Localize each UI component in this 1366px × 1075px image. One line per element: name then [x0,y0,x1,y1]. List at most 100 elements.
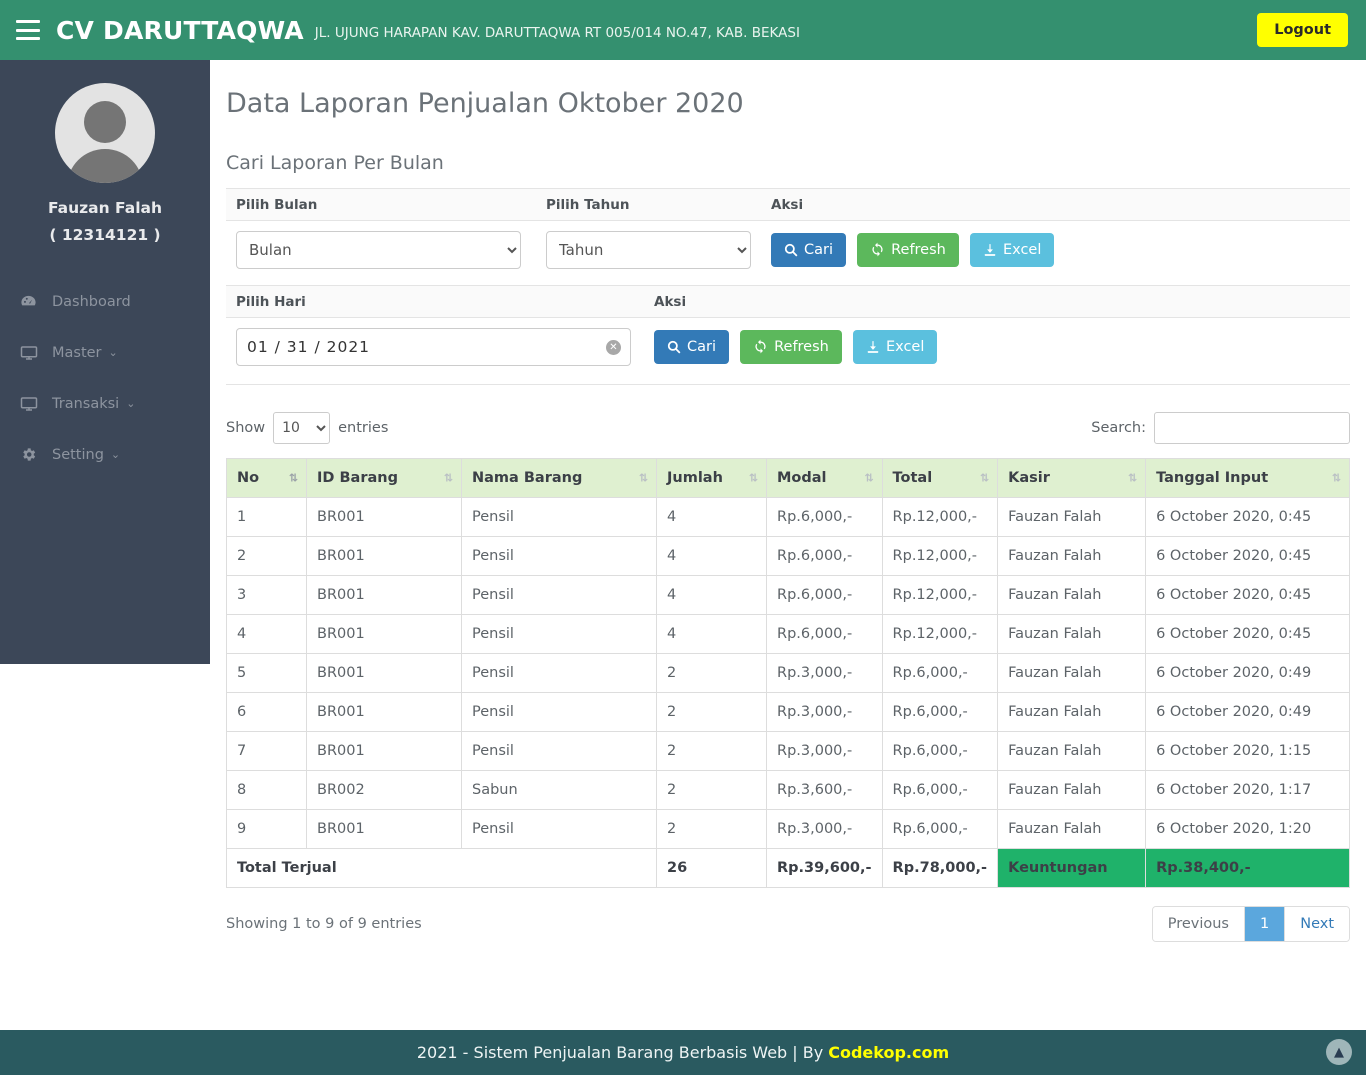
sidebar-item-label: Transaksi [52,395,120,412]
total-modal: Rp.39,600,- [766,848,883,888]
table-cell: Pensil [461,731,657,771]
day-search-button[interactable]: Cari [654,330,729,365]
day-filter-block: Pilih Hari Aksi 01 / 31 / 2021 ✕ Cari Re… [226,285,1350,385]
sort-icon: ⇅ [864,471,873,485]
sidebar: Fauzan Falah ( 12314121 ) Dashboard Mast… [0,60,210,664]
day-refresh-button[interactable]: Refresh [740,329,842,364]
col-tanggal-input[interactable]: Tanggal Input ⇅ [1145,458,1350,498]
col-kasir[interactable]: Kasir ⇅ [997,458,1147,498]
page-length-select[interactable]: 10 [273,412,331,444]
total-jumlah: 26 [656,848,767,888]
col-nama-barang[interactable]: Nama Barang ⇅ [461,458,657,498]
logout-button[interactable]: Logout [1257,13,1348,47]
sort-icon: ⇅ [1127,471,1137,485]
sidebar-item-setting[interactable]: Setting ⌄ [0,429,210,480]
sidebar-item-label: Dashboard [52,293,131,310]
table-cell: Rp.6,000,- [881,653,999,693]
download-icon [983,243,997,257]
month-search-button[interactable]: Cari [771,233,846,268]
sort-icon: ⇅ [288,471,298,485]
month-filter-header-row: Pilih Bulan Pilih Tahun Aksi [226,189,1350,221]
table-cell: 2 [656,809,767,849]
table-cell: BR001 [306,731,462,771]
footer-text: 2021 - Sistem Penjualan Barang Berbasis … [416,1043,824,1062]
date-input-value: 01 / 31 / 2021 [247,338,371,356]
table-cell: 6 October 2020, 0:45 [1145,536,1350,576]
monitor-icon [20,344,42,362]
pagination-page-1[interactable]: 1 [1244,907,1286,941]
table-cell: Rp.6,000,- [881,809,999,849]
table-cell: BR001 [306,653,462,693]
download-icon [866,340,880,354]
footer-brand-link[interactable]: Codekop.com [828,1043,949,1062]
table-cell: BR001 [306,497,462,537]
col-jumlah[interactable]: Jumlah ⇅ [656,458,767,498]
table-cell: Rp.3,000,- [766,692,883,732]
year-select[interactable]: Tahun [546,231,751,269]
table-cell: BR001 [306,536,462,576]
month-refresh-button[interactable]: Refresh [857,232,959,267]
month-select-cell: Bulan [226,231,536,269]
label-aksi-hari: Aksi [654,293,687,310]
table-body: 1 BR001 Pensil 4 Rp.6,000,- Rp.12,000,- Fauzan… [226,497,1350,888]
month-select[interactable]: Bulan [236,231,521,269]
day-excel-button[interactable]: Excel [852,330,938,365]
table-cell: 7 [226,731,307,771]
total-label: Total Terjual [226,848,657,888]
search-input[interactable] [1154,412,1350,444]
table-cell: Rp.6,000,- [881,770,999,810]
date-input[interactable]: 01 / 31 / 2021 ✕ [236,328,631,366]
chevron-up-icon[interactable]: ▲ [1326,1039,1352,1065]
table-cell: Fauzan Falah [997,770,1147,810]
table-row: 2 BR001 Pensil 4 Rp.6,000,- Rp.12,000,- Fauzan… [226,536,1350,576]
refresh-icon [753,339,768,354]
table-row: 8 BR002 Sabun 2 Rp.3,600,- Rp.6,000,- Fauzan F… [226,770,1350,810]
table-cell: 3 [226,575,307,615]
date-input-cell: 01 / 31 / 2021 ✕ [226,328,644,366]
table-cell: 4 [656,536,767,576]
table-cell: 5 [226,653,307,693]
table-cell: Pensil [461,653,657,693]
sidebar-item-transaksi[interactable]: Transaksi ⌄ [0,378,210,429]
table-row: 5 BR001 Pensil 2 Rp.3,000,- Rp.6,000,- Fauzan … [226,653,1350,693]
day-filter-header-row: Pilih Hari Aksi [226,286,1350,318]
table-row: 7 BR001 Pensil 2 Rp.3,000,- Rp.6,000,- Fauzan … [226,731,1350,771]
table-cell: 9 [226,809,307,849]
sort-icon: ⇅ [748,471,758,485]
col-id-barang[interactable]: ID Barang ⇅ [306,458,462,498]
col-total[interactable]: Total ⇅ [881,458,999,498]
table-cell: Pensil [461,614,657,654]
sidebar-item-master[interactable]: Master ⌄ [0,327,210,378]
table-cell: Rp.6,000,- [766,536,883,576]
show-label: Show [226,420,266,436]
sidebar-menu: Dashboard Master ⌄ Transaksi ⌄ Setting ⌄ [0,276,210,480]
table-cell: 4 [226,614,307,654]
pagination-next[interactable]: Next [1285,907,1349,941]
month-filter-controls: Bulan Tahun Cari Refresh Excel [226,221,1350,285]
pagination-previous[interactable]: Previous [1152,907,1245,941]
month-excel-button[interactable]: Excel [969,233,1055,268]
datatable-controls: Show 10 entries Search: [226,412,1350,444]
col-modal-label: Modal [777,470,827,486]
table-cell: 6 October 2020, 0:49 [1145,653,1350,693]
hamburger-icon[interactable] [16,20,40,40]
table-cell: 1 [226,497,307,537]
table-cell: BR002 [306,770,462,810]
col-modal[interactable]: Modal ⇅ [766,458,883,498]
table-cell: Pensil [461,809,657,849]
refresh-icon [870,242,885,257]
table-cell: BR001 [306,575,462,615]
search-icon [784,243,798,257]
table-row: 3 BR001 Pensil 4 Rp.6,000,- Rp.12,000,- Fauzan… [226,575,1350,615]
col-no[interactable]: No ⇅ [226,458,307,498]
table-cell: BR001 [306,692,462,732]
avatar-head-shape [84,101,126,143]
month-search-label: Cari [804,242,833,259]
clear-date-icon[interactable]: ✕ [606,339,621,355]
month-filter-block: Pilih Bulan Pilih Tahun Aksi Bulan Tahun [226,188,1350,285]
sidebar-item-dashboard[interactable]: Dashboard [0,276,210,327]
table-cell: Fauzan Falah [997,809,1147,849]
day-filter-controls: 01 / 31 / 2021 ✕ Cari Refresh Excel [226,318,1350,382]
sidebar-user-name: Fauzan Falah [47,199,163,217]
entries-label: entries [338,420,389,436]
